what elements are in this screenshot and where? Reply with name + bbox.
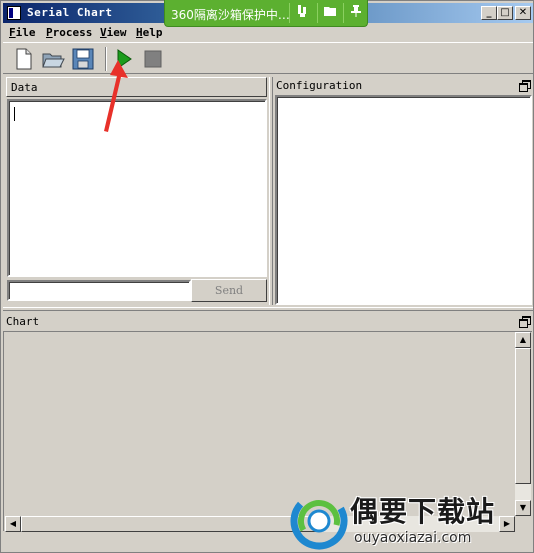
scroll-left-button[interactable]: ◀ bbox=[5, 516, 21, 532]
undock-icon[interactable] bbox=[519, 80, 531, 92]
new-file-icon bbox=[16, 48, 32, 70]
menu-process[interactable]: Process bbox=[46, 26, 92, 39]
close-button[interactable]: ✕ bbox=[515, 6, 531, 20]
site-watermark: 偶要下载站 ouyaoxiazai.com bbox=[290, 486, 532, 552]
watermark-url: ouyaoxiazai.com bbox=[354, 530, 472, 546]
horizontal-scroll-thumb[interactable] bbox=[21, 516, 321, 532]
config-panel-header: Configuration bbox=[274, 77, 532, 97]
data-text-area[interactable] bbox=[7, 99, 267, 277]
sandbox-separator bbox=[343, 3, 344, 23]
new-file-button[interactable] bbox=[11, 47, 35, 71]
sandbox-separator bbox=[289, 3, 290, 23]
menu-view[interactable]: View bbox=[100, 26, 127, 39]
app-icon bbox=[7, 6, 21, 20]
configuration-editor[interactable] bbox=[275, 95, 532, 305]
chart-panel-title: Chart bbox=[6, 315, 40, 328]
red-arrow-annotation bbox=[104, 60, 128, 132]
send-input[interactable] bbox=[7, 280, 191, 301]
chart-panel-header: Chart bbox=[3, 313, 532, 333]
scroll-up-button[interactable]: ▲ bbox=[515, 332, 531, 348]
app-window: Serial Chart _ □ ✕ File Process View Hel… bbox=[0, 0, 534, 553]
data-panel-header: Data bbox=[6, 77, 267, 97]
menu-help[interactable]: Help bbox=[136, 26, 163, 39]
vertical-splitter[interactable] bbox=[269, 77, 273, 305]
vertical-scroll-thumb[interactable] bbox=[515, 348, 531, 484]
config-panel-title: Configuration bbox=[276, 79, 363, 92]
save-icon bbox=[72, 48, 94, 70]
save-button[interactable] bbox=[71, 47, 95, 71]
maximize-button[interactable]: □ bbox=[497, 6, 513, 20]
watermark-chinese-text: 偶要下载站 bbox=[350, 495, 496, 528]
menu-file[interactable]: File bbox=[9, 26, 36, 39]
sandbox-pin-icon[interactable] bbox=[346, 4, 366, 22]
toolbar bbox=[3, 42, 533, 74]
sandbox-separator bbox=[317, 3, 318, 23]
text-cursor bbox=[14, 107, 15, 121]
chart-undock-icon[interactable] bbox=[519, 316, 531, 328]
stop-button[interactable] bbox=[141, 47, 165, 71]
horizontal-splitter[interactable] bbox=[3, 307, 533, 311]
sandbox-notice-text: 360隔离沙箱保护中… bbox=[171, 8, 290, 22]
window-title: Serial Chart bbox=[27, 6, 113, 19]
send-button[interactable]: Send bbox=[191, 279, 267, 302]
watermark-logo-icon bbox=[290, 492, 348, 550]
open-button[interactable] bbox=[41, 47, 65, 71]
minimize-button[interactable]: _ bbox=[481, 6, 497, 20]
stop-icon bbox=[144, 50, 162, 68]
open-folder-icon bbox=[42, 53, 65, 68]
sandbox-folder-icon[interactable] bbox=[320, 4, 340, 22]
sandbox-notice-bar: 360隔离沙箱保护中… bbox=[164, 0, 368, 27]
sandbox-plugin-icon[interactable] bbox=[293, 4, 313, 22]
